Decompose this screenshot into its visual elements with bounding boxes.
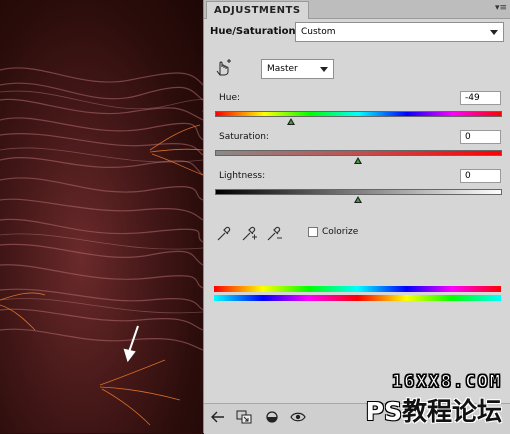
watermark-site: 16XX8.COM	[391, 372, 502, 393]
chevron-down-icon	[490, 30, 498, 35]
channel-dropdown[interactable]: Master	[261, 59, 334, 79]
hue-input[interactable]: -49	[460, 91, 501, 105]
input-spectrum-bar	[214, 286, 501, 292]
saturation-input[interactable]: 0	[460, 130, 501, 144]
tab-adjustments[interactable]: ADJUSTMENTS	[206, 1, 309, 19]
lightness-input[interactable]: 0	[460, 169, 501, 183]
adjustments-panel: ADJUSTMENTS ▾≡ Hue/Saturation Custom Mas…	[203, 0, 510, 434]
back-arrow-icon[interactable]	[210, 410, 226, 424]
watermark-ps: PS	[365, 397, 402, 426]
panel-tab-strip: ADJUSTMENTS ▾≡	[204, 0, 510, 19]
lightness-slider-track[interactable]	[215, 189, 502, 195]
hue-slider-thumb[interactable]	[287, 118, 295, 125]
eyedropper-icon[interactable]	[215, 224, 233, 242]
lightness-slider-thumb[interactable]	[354, 196, 362, 203]
arrow-annotation	[123, 325, 139, 363]
visibility-circle-icon[interactable]	[264, 410, 280, 424]
hand-target-icon[interactable]	[214, 59, 232, 77]
colorize-checkbox[interactable]	[308, 227, 318, 237]
saturation-slider-track[interactable]	[215, 150, 502, 156]
eyedropper-minus-icon[interactable]	[265, 224, 283, 242]
clip-to-layer-icon[interactable]	[236, 410, 252, 424]
preset-dropdown[interactable]: Custom	[295, 22, 504, 42]
eye-icon[interactable]	[290, 410, 306, 424]
watermark-cn: 教程论坛	[401, 397, 502, 426]
preset-value: Custom	[301, 27, 336, 37]
lightness-label: Lightness:	[219, 171, 266, 181]
panel-menu-icon[interactable]: ▾≡	[495, 2, 507, 14]
hair-strands-image	[0, 67, 203, 426]
image-canvas[interactable]	[0, 0, 203, 433]
saturation-label: Saturation:	[219, 132, 269, 142]
chevron-down-icon	[320, 67, 328, 72]
watermark-brand: PS教程论坛	[366, 392, 502, 428]
hue-slider-track[interactable]	[215, 111, 502, 117]
channel-value: Master	[267, 64, 298, 74]
saturation-slider-thumb[interactable]	[354, 157, 362, 164]
eyedropper-plus-icon[interactable]	[240, 224, 258, 242]
adjustment-title: Hue/Saturation	[210, 26, 296, 37]
colorize-label[interactable]: Colorize	[322, 227, 358, 237]
output-spectrum-bar	[214, 295, 501, 301]
hue-label: Hue:	[219, 93, 241, 103]
